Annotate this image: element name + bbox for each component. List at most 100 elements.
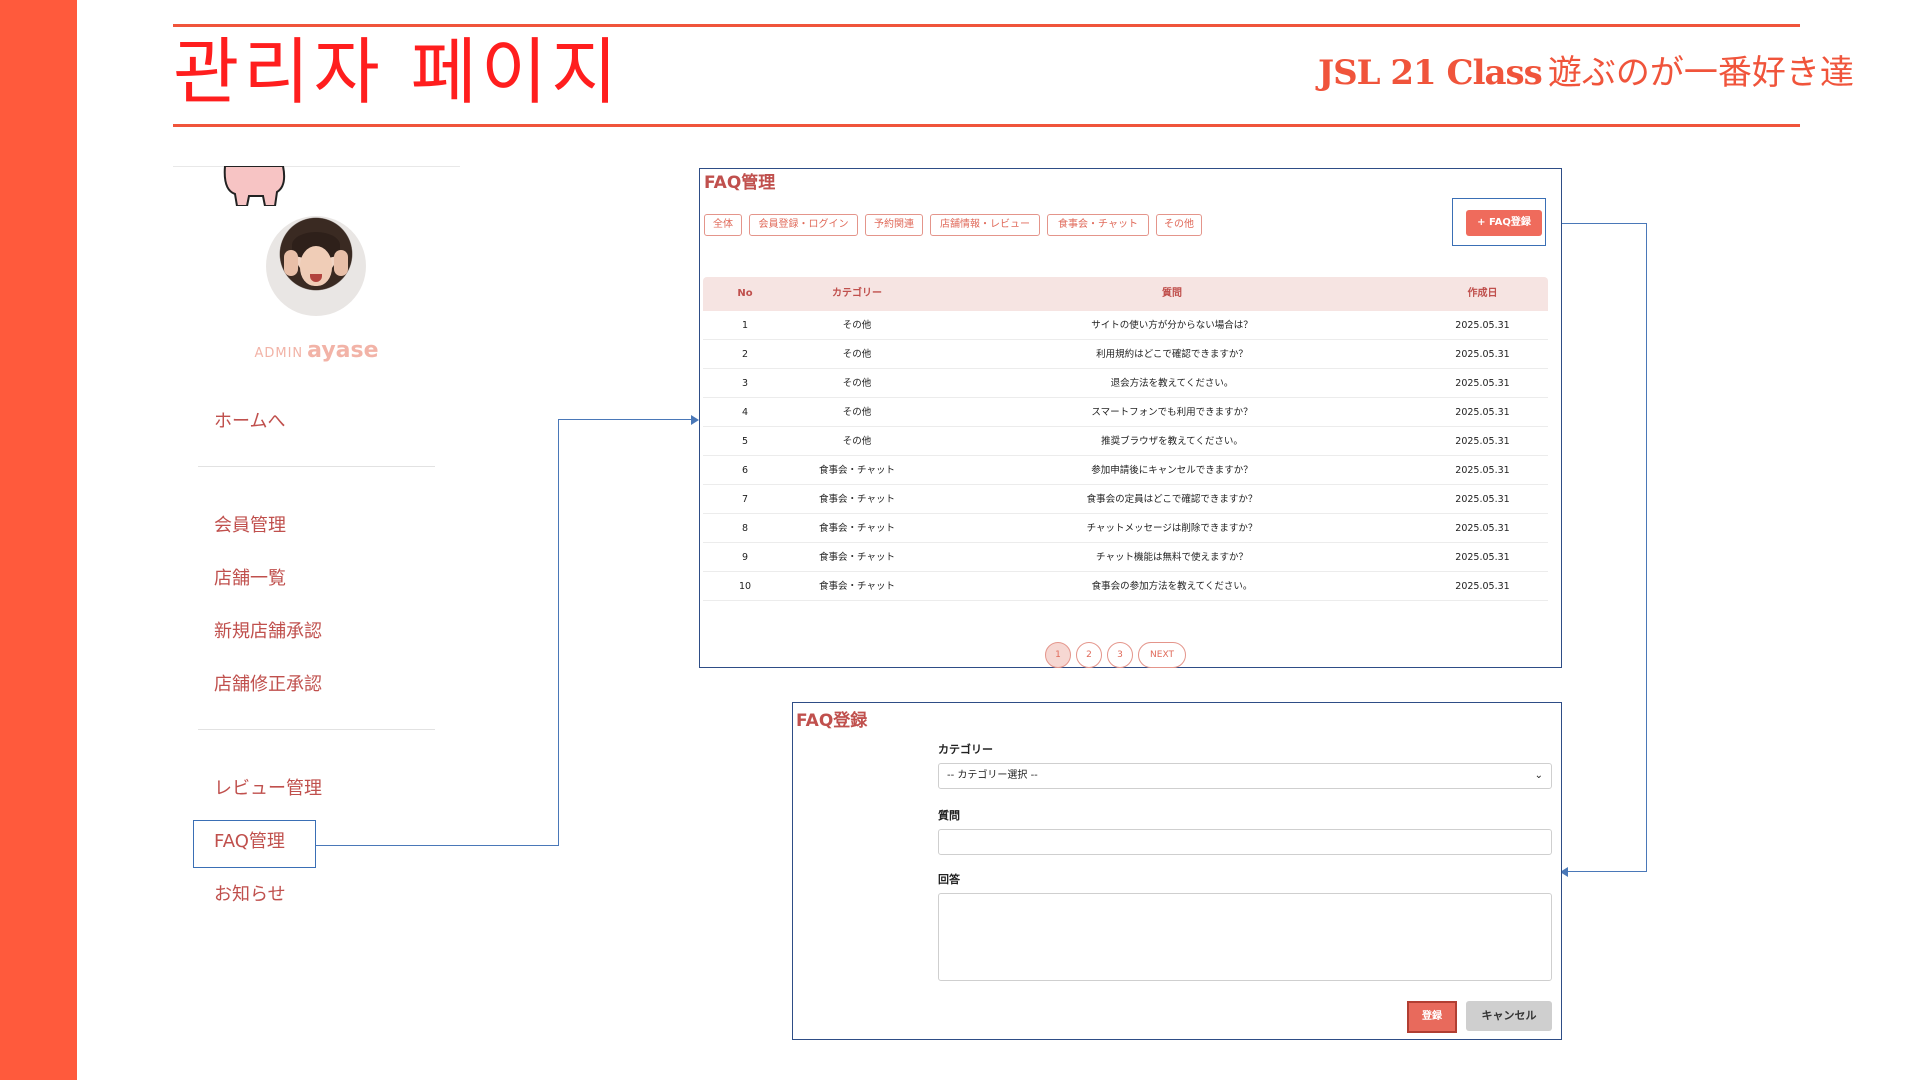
header-subtitle: JSL 21 Class 遊ぶのが一番好き達 [1318,50,1854,96]
page-button-3[interactable]: 3 [1107,642,1133,668]
cell-category: その他 [842,349,872,360]
column-header-no[interactable]: No [703,277,787,311]
table-row[interactable]: 6 食事会・チャット 参加申請後にキャンセルできますか？ 2025.05.31 [703,456,1548,485]
table-row[interactable]: 10 食事会・チャット 食事会の参加方法を教えてください。 2025.05.31 [703,572,1548,601]
table-row[interactable]: 8 食事会・チャット チャットメッセージは削除できますか？ 2025.05.31 [703,514,1548,543]
cell-question[interactable]: 食事会の定員はどこで確認できますか？ [927,485,1417,514]
tagline: 遊ぶのが一番好き達 [1547,53,1854,93]
admin-name: ayase [307,338,379,363]
sidebar-item-notices[interactable]: お知らせ [214,881,286,909]
accent-bar [0,0,77,1080]
sidebar-item-home[interactable]: ホームへ [214,408,285,436]
cell-question[interactable]: サイトの使い方が分からない場合は？ [927,311,1417,340]
table-row[interactable]: 9 食事会・チャット チャット機能は無料で使えますか？ 2025.05.31 [703,543,1548,572]
admin-identity: ADMIN ayase [173,338,460,363]
cell-date: 2025.05.31 [1455,581,1510,592]
avatar [266,216,366,316]
cell-date: 2025.05.31 [1455,349,1510,360]
column-header-question[interactable]: 質問 [927,277,1417,311]
page-button-1[interactable]: 1 [1045,642,1071,668]
cell-category: 食事会・チャット [819,581,895,592]
slide: 관리자 페이지 JSL 21 Class 遊ぶのが一番好き達 ADMIN ayase… [0,0,1920,1080]
cell-question[interactable]: 退会方法を教えてください。 [927,369,1417,398]
cell-question[interactable]: 推奨ブラウザを教えてください。 [927,427,1417,456]
sidebar-item-members[interactable]: 会員管理 [214,512,286,540]
cell-question[interactable]: 利用規約はどこで確認できますか？ [927,340,1417,369]
add-faq-button[interactable]: + FAQ登録 [1466,210,1542,236]
answer-textarea[interactable] [938,893,1552,981]
cell-date: 2025.05.31 [1455,378,1510,389]
cell-date: 2025.05.31 [1455,465,1510,476]
sidebar-item-stores[interactable]: 店舗一覧 [214,565,286,593]
table-row[interactable]: 2 その他 利用規約はどこで確認できますか？ 2025.05.31 [703,340,1548,369]
connector-line [558,419,559,846]
cell-no: 7 [741,494,749,505]
cell-no: 3 [741,378,749,389]
sidebar-item-faq[interactable]: FAQ管理 [214,828,285,856]
cell-no: 1 [741,320,749,331]
sidebar-item-store-edit-approval[interactable]: 店舗修正承認 [214,671,322,699]
table-row[interactable]: 7 食事会・チャット 食事会の定員はどこで確認できますか？ 2025.05.31 [703,485,1548,514]
cell-question[interactable]: チャットメッセージは削除できますか？ [927,514,1417,543]
category-label: カテゴリー [938,743,993,756]
header-rule-top [173,24,1800,27]
filter-meal-chat[interactable]: 食事会・チャット [1047,214,1149,236]
cell-category: その他 [842,407,872,418]
cell-question[interactable]: 参加申請後にキャンセルできますか？ [927,456,1417,485]
table-row[interactable]: 3 その他 退会方法を教えてください。 2025.05.31 [703,369,1548,398]
sidebar-item-new-store-approval[interactable]: 新規店舗承認 [214,618,322,646]
table-row[interactable]: 5 その他 推奨ブラウザを教えてください。 2025.05.31 [703,427,1548,456]
faq-table-header: No カテゴリー 質問 作成日 [703,277,1548,311]
cell-category: 食事会・チャット [819,552,895,563]
table-row[interactable]: 1 その他 サイトの使い方が分からない場合は？ 2025.05.31 [703,311,1548,340]
cell-no: 6 [741,465,749,476]
cell-date: 2025.05.31 [1455,494,1510,505]
cell-category: 食事会・チャット [819,494,895,505]
connector-line [1646,223,1647,872]
filter-member-login[interactable]: 会員登録・ログイン [749,214,858,236]
faq-register-title: FAQ登録 [796,711,868,731]
category-select[interactable]: -- カテゴリー選択 -- ⌄ [938,763,1552,789]
filter-store-review[interactable]: 店舗情報・レビュー [930,214,1040,236]
cell-question[interactable]: スマートフォンでも利用できますか？ [927,398,1417,427]
column-header-date[interactable]: 作成日 [1417,277,1548,311]
faq-register-panel [792,702,1562,1040]
filter-reservation[interactable]: 予約関連 [865,214,923,236]
cell-category: 食事会・チャット [819,523,895,534]
answer-label: 回答 [938,873,960,886]
cell-date: 2025.05.31 [1455,320,1510,331]
cell-no: 8 [741,523,749,534]
table-row[interactable]: 4 その他 スマートフォンでも利用できますか？ 2025.05.31 [703,398,1548,427]
filter-all[interactable]: 全体 [704,214,742,236]
admin-label: ADMIN [254,346,304,361]
cell-category: 食事会・チャット [819,465,895,476]
cancel-button[interactable]: キャンセル [1466,1001,1552,1031]
cell-no: 9 [741,552,749,563]
chevron-down-icon: ⌄ [1534,770,1543,781]
submit-button[interactable]: 登録 [1409,1003,1455,1031]
question-input[interactable] [938,829,1552,855]
cell-date: 2025.05.31 [1455,407,1510,418]
connector-line [316,845,558,846]
cell-question[interactable]: チャット機能は無料で使えますか？ [927,543,1417,572]
question-label: 質問 [938,809,960,822]
page-title: 관리자 페이지 [173,30,622,114]
sidebar-item-reviews[interactable]: レビュー管理 [214,775,322,803]
cell-date: 2025.05.31 [1455,436,1510,447]
connector-line [558,419,694,420]
cell-no: 5 [741,436,749,447]
category-select-value: -- カテゴリー選択 -- [947,770,1038,781]
page-button-2[interactable]: 2 [1076,642,1102,668]
cell-category: その他 [842,436,872,447]
cell-question[interactable]: 食事会の参加方法を教えてください。 [927,572,1417,601]
mascot-icon [223,166,286,206]
cell-date: 2025.05.31 [1455,552,1510,563]
sidebar-divider [198,466,435,467]
faq-list-title: FAQ管理 [704,173,776,193]
connector-line [1566,871,1647,872]
page-next-button[interactable]: NEXT [1138,642,1186,668]
sidebar-divider [198,729,435,730]
brand-name: JSL 21 Class [1318,53,1543,93]
filter-other[interactable]: その他 [1156,214,1202,236]
column-header-category[interactable]: カテゴリー [787,277,927,311]
